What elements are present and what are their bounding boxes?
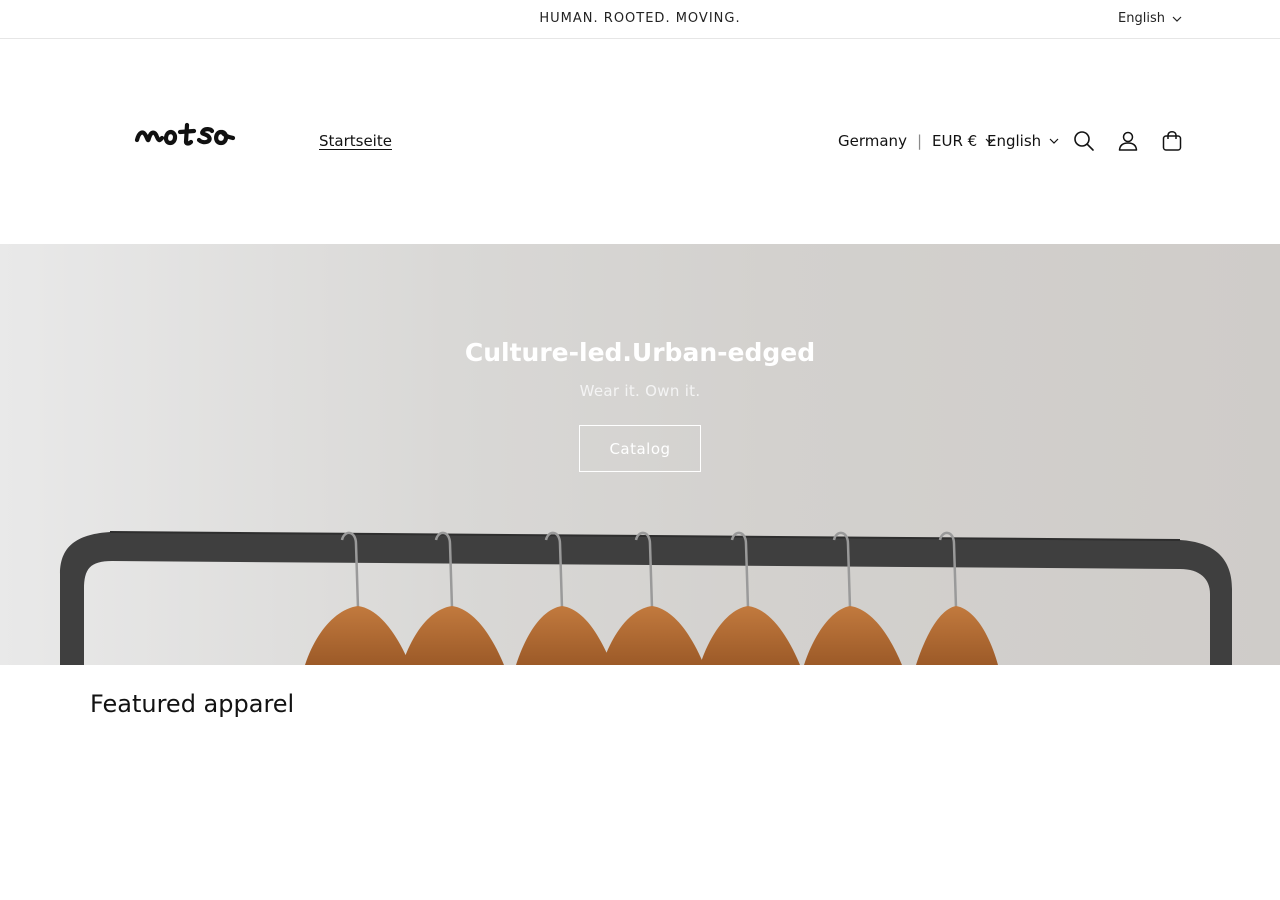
hero-title: Culture-led.Urban-edged bbox=[464, 338, 816, 367]
search-icon[interactable] bbox=[1072, 129, 1096, 153]
chevron-down-icon bbox=[1049, 138, 1059, 144]
site-header: Startseite Germany | EUR € English bbox=[0, 40, 1280, 244]
language-label: English bbox=[987, 132, 1042, 150]
country-currency-selector[interactable]: Germany | EUR € bbox=[838, 132, 995, 150]
country-name: Germany bbox=[838, 132, 907, 150]
account-icon[interactable] bbox=[1116, 129, 1140, 153]
chevron-down-icon bbox=[1172, 16, 1182, 22]
hero-subtitle: Wear it. Own it. bbox=[579, 382, 701, 400]
announcement-bar: HUMAN. ROOTED. MOVING. English bbox=[0, 0, 1280, 39]
catalog-button[interactable]: Catalog bbox=[579, 425, 701, 472]
featured-section-title: Featured apparel bbox=[90, 690, 295, 718]
nav-link-startseite[interactable]: Startseite bbox=[319, 132, 392, 150]
announcement-text: HUMAN. ROOTED. MOVING. bbox=[539, 11, 741, 26]
announcement-language-label: English bbox=[1118, 11, 1165, 26]
announcement-language-selector[interactable]: English bbox=[1118, 11, 1182, 26]
language-selector[interactable]: English bbox=[987, 132, 1059, 150]
brand-logo[interactable] bbox=[133, 116, 237, 152]
hero-banner: Culture-led.Urban-edged Wear it. Own it.… bbox=[0, 244, 1280, 665]
cart-icon[interactable] bbox=[1160, 129, 1184, 153]
country-separator: | bbox=[916, 132, 923, 150]
currency-label: EUR € bbox=[932, 132, 978, 150]
